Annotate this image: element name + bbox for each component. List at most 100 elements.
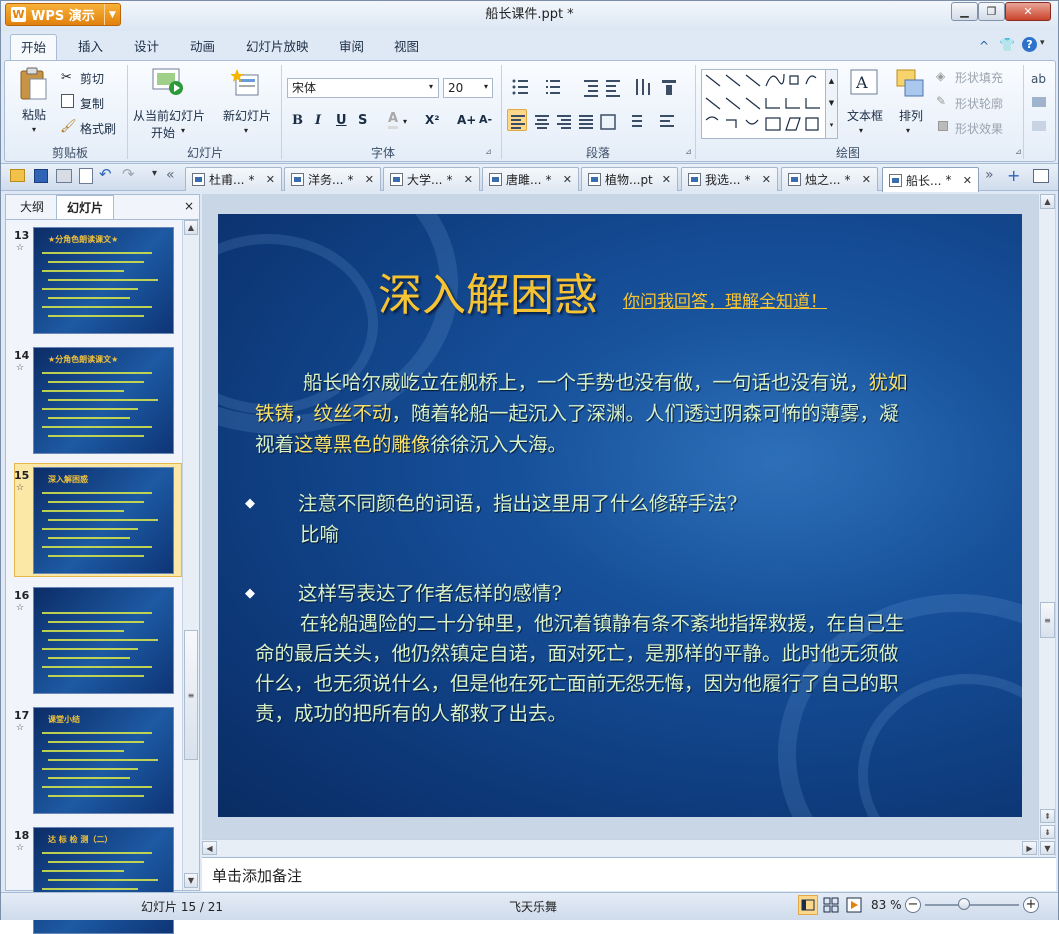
undo-icon[interactable]: ↶ [99,165,112,183]
font-name-select[interactable]: 宋体 [287,78,439,98]
paste-icon[interactable] [18,67,48,101]
bold-button[interactable]: B [292,113,303,128]
scroll-thumb[interactable]: ≡ [184,630,198,760]
tab-list-icon[interactable] [1033,169,1049,183]
chevron-down-icon[interactable]: ▾ [906,126,910,135]
chevron-down-icon[interactable]: ▾ [859,126,863,135]
zoom-slider-handle[interactable] [958,898,970,910]
prev-slide-button[interactable]: ⇞ [1040,809,1055,823]
dialog-launcher-icon[interactable]: ⊿ [1015,147,1022,156]
close-tab-icon[interactable]: ✕ [662,173,671,186]
next-slide-button[interactable]: ⇟ [1040,825,1055,839]
underline-button[interactable]: U [336,113,347,128]
answer-1[interactable]: 比喻 [300,519,339,550]
paragraph-1-line-1[interactable]: 船长哈尔威屹立在舰桥上，一个手势也没有做，一句话也没有说，犹如 [303,367,908,398]
tab-design[interactable]: 设计 [134,34,159,60]
tab-animation[interactable]: 动画 [190,34,215,60]
answer-2-line-3[interactable]: 什么，也无须说什么，但是他在死亡面前无怨无悔，因为他履行了自己的职 [255,668,899,699]
zoom-out-button[interactable]: − [905,897,921,913]
paragraph-1-line-2[interactable]: 铁铸，纹丝不动，随着轮船一起沉入了深渊。人们透过阴森可怖的薄雾，凝 [255,398,899,429]
scissors-icon[interactable]: ✂ [61,70,72,85]
print-preview-icon[interactable] [79,168,93,184]
chevron-down-icon[interactable]: ▼ [104,4,120,25]
doc-tab[interactable]: 植物...pt ✕ [581,167,678,191]
print-icon[interactable] [56,169,72,183]
dialog-launcher-icon[interactable]: ⊿ [485,147,492,156]
shape-outline-button[interactable]: 形状轮廓 [955,95,1003,112]
paste-button[interactable]: 粘贴 [22,106,46,123]
doc-tab[interactable]: 我选... * ✕ [681,167,778,191]
font-color-button[interactable]: A [388,111,399,129]
close-tab-icon[interactable]: ✕ [365,173,374,186]
paragraph-1-line-3[interactable]: 视着这尊黑色的雕像徐徐沉入大海。 [255,429,567,460]
ribbon-overflow-icons[interactable]: ab [1029,69,1053,139]
close-tab-icon[interactable]: ✕ [963,174,972,187]
maximize-button[interactable]: ❐ [978,2,1005,21]
customize-quick-access-icon[interactable]: ▾ [152,168,157,179]
question-2[interactable]: 这样写表达了作者怎样的感情? [298,578,562,609]
format-painter-icon[interactable]: 🖌 [60,119,77,134]
scroll-right-button[interactable]: ▶ [1022,841,1037,855]
tab-view[interactable]: 视图 [394,34,419,60]
copy-icon[interactable] [61,94,74,108]
notes-pane[interactable]: 单击添加备注 [202,857,1056,891]
shape-effect-button[interactable]: 形状效果 [955,120,1003,137]
shape-effect-icon[interactable] [938,121,948,131]
tab-slideshow[interactable]: 幻灯片放映 [246,34,309,60]
play-from-current-icon[interactable] [151,67,185,97]
slide-title[interactable]: 深入解困惑 [378,259,598,323]
collapse-ribbon-icon[interactable]: ^ [979,39,989,53]
doc-tab[interactable]: 唐雎... * ✕ [482,167,579,191]
chevron-down-icon[interactable]: ▾ [484,82,488,91]
save-icon[interactable] [34,169,48,183]
answer-2-line-1[interactable]: 在轮船遇险的二十分钟里，他沉着镇静有条不紊地指挥救援，在自己生 [300,608,905,639]
new-slide-icon[interactable] [230,69,261,99]
zoom-in-button[interactable]: + [1023,897,1039,913]
thumbnail-scrollbar[interactable]: ▲ ≡ ▼ [182,220,199,890]
tab-scroll-right-icon[interactable]: » [985,167,994,183]
doc-tab[interactable]: 洋务... * ✕ [284,167,381,191]
textbox-icon[interactable]: A [849,68,881,98]
tab-outline[interactable]: 大纲 [10,195,54,219]
question-1[interactable]: 注意不同颜色的词语，指出这里用了什么修辞手法? [298,488,737,519]
scroll-up-button[interactable]: ▲ [1040,194,1055,209]
shrink-font-button[interactable]: A- [479,113,492,126]
scroll-thumb[interactable]: ≡ [1040,602,1055,638]
editor-hscroll[interactable]: ◀ ▶ [202,839,1038,856]
normal-view-button[interactable] [798,895,818,915]
app-menu-button[interactable]: W WPS 演示 ▼ [5,3,121,26]
slide-thumbnail[interactable] [33,587,174,694]
textbox-button[interactable]: 文本框 [847,107,883,124]
scroll-down-button[interactable]: ▼ [184,873,198,888]
chevron-down-icon[interactable]: ▾ [32,125,36,134]
shape-outline-icon[interactable]: ✎ [936,94,946,108]
scroll-up-button[interactable]: ▲ [184,220,198,235]
slide-thumbnail[interactable]: ★分角色朗读课文★ [33,227,174,334]
dialog-launcher-icon[interactable]: ⊿ [685,147,692,156]
close-tab-icon[interactable]: ✕ [266,173,275,186]
answer-2-line-4[interactable]: 责，成功的把所有的人都救了出去。 [255,698,567,729]
tab-home[interactable]: 开始 [10,34,58,60]
tab-insert[interactable]: 插入 [78,34,103,60]
doc-tab[interactable]: 烛之... * ✕ [781,167,878,191]
close-tab-icon[interactable]: ✕ [862,173,871,186]
format-painter-button[interactable]: 格式刷 [80,120,116,137]
slideshow-view-icon[interactable] [846,897,862,913]
close-button[interactable]: ✕ [1005,2,1051,21]
arrange-icon[interactable] [895,68,927,100]
chevron-down-icon[interactable]: ▾ [181,126,185,135]
chevron-down-icon[interactable]: ▾ [244,126,248,135]
shape-fill-button[interactable]: 形状填充 [955,69,1003,86]
cut-button[interactable]: 剪切 [80,70,104,87]
scroll-left-button[interactable]: ◀ [202,841,217,855]
doc-tab[interactable]: 船长... * ✕ [882,167,979,192]
open-folder-icon[interactable] [10,169,25,182]
slide-sorter-icon[interactable] [823,897,839,913]
chevron-down-icon[interactable]: ▾ [403,117,407,126]
shape-fill-icon[interactable]: ◈ [936,69,945,83]
skin-icon[interactable]: 👕 [999,38,1015,53]
superscript-button[interactable]: X² [425,113,440,127]
shadow-button[interactable]: S [358,113,367,128]
italic-button[interactable]: I [315,113,321,128]
copy-button[interactable]: 复制 [80,95,104,112]
